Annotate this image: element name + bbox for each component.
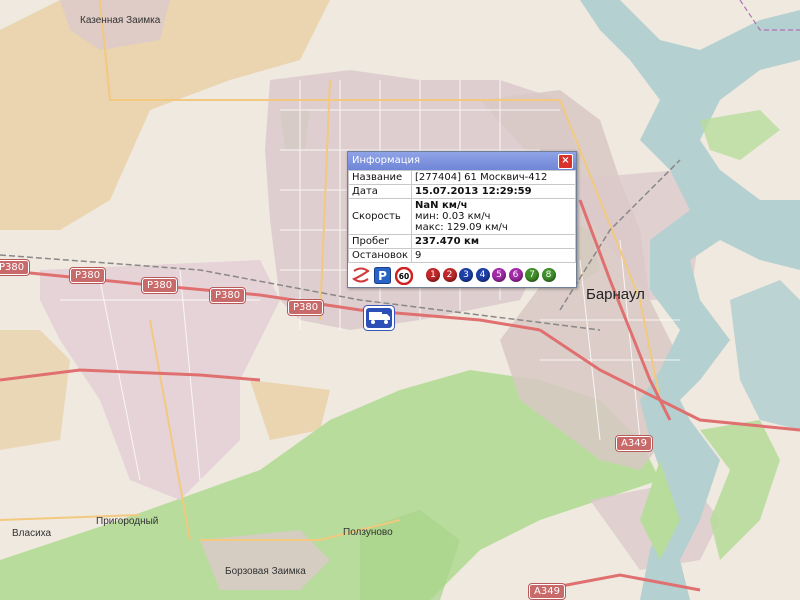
table-row: Название [277404] 61 Москвич-412: [347, 170, 576, 185]
stop-number-button[interactable]: 1: [426, 268, 440, 282]
road-shield: P380: [142, 278, 178, 293]
map-canvas[interactable]: [0, 0, 800, 600]
parking-text: P: [378, 269, 387, 283]
place-label: Пригородный: [96, 516, 159, 527]
info-table: Название [277404] 61 Москвич-412 Дата 15…: [347, 170, 576, 263]
road-shield: P380: [288, 300, 324, 315]
speed-min: мин: 0.03 км/ч: [415, 211, 491, 222]
mileage-value: 237.470 км: [411, 234, 576, 249]
date-label: Дата: [347, 184, 413, 199]
table-row: Дата 15.07.2013 12:29:59: [347, 184, 576, 199]
table-row: Остановок 9: [347, 248, 576, 263]
popup-titlebar[interactable]: Информация ×: [348, 152, 576, 170]
close-icon[interactable]: ×: [558, 154, 573, 169]
road-shield: P380: [0, 260, 30, 275]
speed-cell: NaN км/ч мин: 0.03 км/ч макс: 129.09 км/…: [411, 198, 576, 235]
stop-number-button[interactable]: 4: [475, 268, 490, 282]
mileage-label: Пробег: [347, 234, 413, 249]
stops-label: Остановок: [347, 248, 413, 263]
name-value: [277404] 61 Москвич-412: [411, 170, 576, 185]
place-label: Борзовая Заимка: [225, 566, 306, 577]
place-label: Ползуново: [343, 527, 393, 538]
stop-number-button[interactable]: 6: [508, 268, 523, 282]
stop-number-button[interactable]: 5: [492, 268, 506, 282]
city-label: Барнаул: [586, 286, 645, 303]
speed-limit-icon[interactable]: 60: [394, 266, 414, 290]
stop-number-button[interactable]: 7: [525, 268, 539, 282]
track-icon[interactable]: [351, 267, 370, 288]
popup-title: Информация: [352, 155, 421, 166]
info-popup[interactable]: Информация × Название [277404] 61 Москви…: [347, 151, 577, 288]
speed-limit-text: 60: [399, 272, 409, 281]
parking-icon[interactable]: P: [374, 267, 391, 289]
name-label: Название: [347, 170, 413, 185]
stop-number-button[interactable]: 8: [541, 268, 556, 282]
road-shield: A349: [529, 584, 565, 599]
place-label: Власиха: [12, 528, 52, 539]
speed-max: макс: 129.09 км/ч: [415, 222, 508, 233]
table-row: Пробег 237.470 км: [347, 234, 576, 249]
road-shield: P380: [70, 268, 106, 283]
road-shield: P380: [210, 288, 246, 303]
popup-toolbar: P 60 12345678: [348, 263, 576, 287]
date-value: 15.07.2013 12:29:59: [411, 184, 576, 199]
stop-number-button[interactable]: 2: [442, 268, 457, 282]
place-label: Казенная Заимка: [80, 15, 161, 26]
speed-value: NaN км/ч: [415, 200, 468, 211]
road-shield: A349: [616, 436, 652, 451]
stops-value: 9: [411, 248, 576, 263]
speed-label: Скорость: [347, 198, 413, 235]
table-row: Скорость NaN км/ч мин: 0.03 км/ч макс: 1…: [347, 198, 576, 235]
stop-number-button[interactable]: 3: [459, 268, 473, 282]
truck-icon[interactable]: [363, 305, 395, 331]
